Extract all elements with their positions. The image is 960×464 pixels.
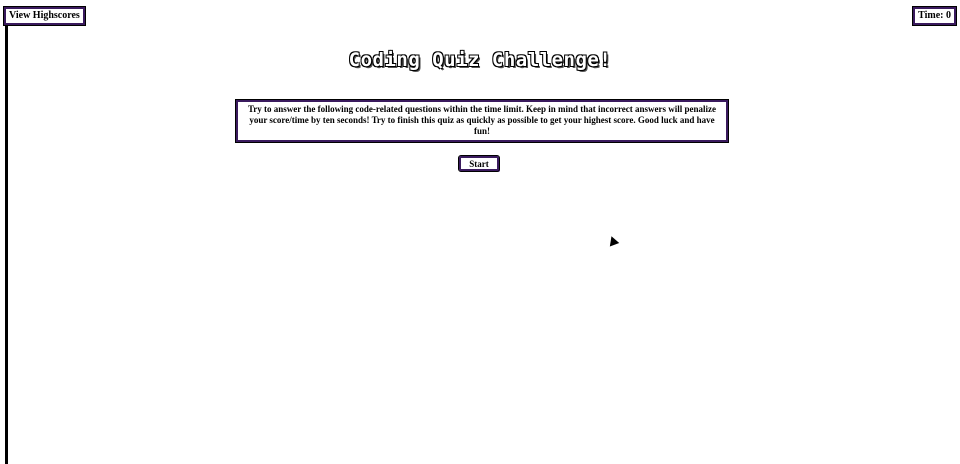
view-highscores-link[interactable]: View Highscores [3,6,86,26]
left-border-line [5,22,8,464]
mouse-cursor-icon [606,234,620,247]
quiz-page: View Highscores Time: 0 Coding Quiz Chal… [0,0,960,464]
timer-display: Time: 0 [912,6,957,26]
start-button[interactable]: Start [458,155,500,172]
quiz-instructions: Try to answer the following code-related… [235,99,729,143]
page-title: Coding Quiz Challenge! [348,49,612,71]
